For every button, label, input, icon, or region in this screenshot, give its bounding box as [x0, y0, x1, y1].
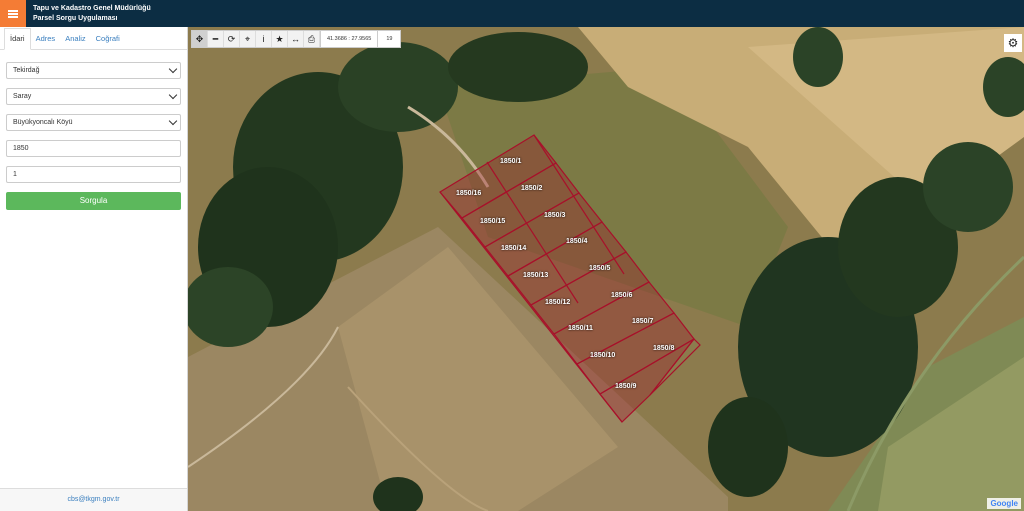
parcel-label[interactable]: 1850/9: [615, 383, 636, 390]
parcel-label[interactable]: 1850/3: [544, 212, 565, 219]
parcel-label[interactable]: 1850/8: [653, 345, 674, 352]
tab-adres[interactable]: Adres: [31, 34, 61, 49]
parcel-label[interactable]: 1850/6: [611, 292, 632, 299]
print-icon[interactable]: ⎙: [304, 31, 320, 47]
parcel-label[interactable]: 1850/5: [589, 265, 610, 272]
parcel-label[interactable]: 1850/2: [521, 185, 542, 192]
parcel-value: 1: [13, 171, 17, 178]
chevron-down-icon: [168, 116, 178, 126]
query-button[interactable]: Sorgula: [6, 192, 181, 210]
neighborhood-select[interactable]: Büyükyoncalı Köyü: [6, 114, 181, 131]
chevron-down-icon: [168, 64, 178, 74]
zoom-out-icon[interactable]: ━: [208, 31, 224, 47]
block-value: 1850: [13, 145, 29, 152]
parcel-label[interactable]: 1850/7: [632, 318, 653, 325]
app-title-line2: Parsel Sorgu Uygulaması: [33, 15, 118, 22]
gear-icon: ⚙: [1007, 36, 1019, 50]
info-icon[interactable]: i: [256, 31, 272, 47]
coordinate-readout: 41.3686 : 27.9565: [320, 31, 378, 47]
pan-icon[interactable]: ✥: [192, 31, 208, 47]
parcel-label[interactable]: 1850/14: [501, 245, 526, 252]
zoom-level: 19: [377, 31, 401, 47]
star-icon[interactable]: ★: [272, 31, 288, 47]
menu-button[interactable]: [0, 0, 26, 27]
parcel-label[interactable]: 1850/11: [568, 325, 593, 332]
measure-icon[interactable]: ↔: [288, 31, 304, 47]
parcel-label[interactable]: 1850/1: [500, 158, 521, 165]
district-select[interactable]: Saray: [6, 88, 181, 105]
settings-button[interactable]: ⚙: [1004, 34, 1022, 52]
tab-analiz[interactable]: Analiz: [60, 34, 90, 49]
parcel-label[interactable]: 1850/13: [523, 272, 548, 279]
parcel-label[interactable]: 1850/10: [590, 352, 615, 359]
parcel-label[interactable]: 1850/12: [545, 299, 570, 306]
app-title-line1: Tapu ve Kadastro Genel Müdürlüğü: [33, 5, 151, 12]
hamburger-icon: [8, 9, 18, 18]
locate-icon[interactable]: ⌖: [240, 31, 256, 47]
tab-idari[interactable]: İdari: [4, 28, 31, 50]
tab-bar: İdari Adres Analiz Coğrafi: [0, 27, 187, 50]
chevron-down-icon: [168, 90, 178, 100]
map-toolbar: ✥ ━ ⟳ ⌖ i ★ ↔ ⎙ 41.3686 : 27.9565 19: [191, 30, 402, 48]
parcel-input[interactable]: 1: [6, 166, 181, 183]
parcel-label[interactable]: 1850/15: [480, 218, 505, 225]
tab-cografi[interactable]: Coğrafi: [91, 34, 125, 49]
block-input[interactable]: 1850: [6, 140, 181, 157]
parcel-label[interactable]: 1850/4: [566, 238, 587, 245]
map-view[interactable]: 1850/1 1850/2 1850/3 1850/4 1850/5 1850/…: [188, 27, 1024, 511]
province-select[interactable]: Tekirdağ: [6, 62, 181, 79]
footer-email-link[interactable]: cbs@tkgm.gov.tr: [0, 488, 187, 511]
google-attribution: Google: [987, 498, 1021, 509]
province-value: Tekirdağ: [13, 67, 40, 74]
parcel-label[interactable]: 1850/16: [456, 190, 481, 197]
app-title: Tapu ve Kadastro Genel Müdürlüğü Parsel …: [33, 4, 151, 24]
sidebar: İdari Adres Analiz Coğrafi Tekirdağ Sara…: [0, 27, 188, 511]
refresh-icon[interactable]: ⟳: [224, 31, 240, 47]
neighborhood-value: Büyükyoncalı Köyü: [13, 119, 73, 126]
top-bar: Tapu ve Kadastro Genel Müdürlüğü Parsel …: [0, 0, 1024, 27]
district-value: Saray: [13, 93, 32, 100]
